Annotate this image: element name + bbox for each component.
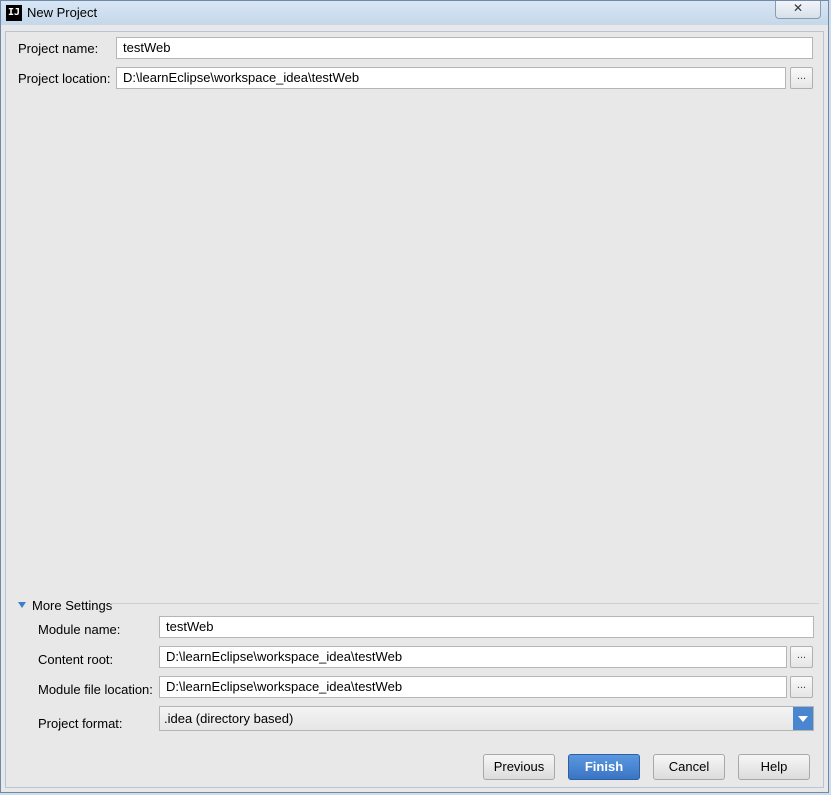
module-file-location-field[interactable]: D:\learnEclipse\workspace_idea\testWeb bbox=[159, 676, 787, 698]
title-bar[interactable]: IJ New Project ✕ bbox=[1, 1, 828, 25]
project-format-value: .idea (directory based) bbox=[164, 711, 294, 726]
intellij-icon: IJ bbox=[6, 5, 22, 21]
project-name-label: Project name: bbox=[18, 41, 99, 56]
window-title: New Project bbox=[27, 5, 98, 20]
more-settings-toggle[interactable]: More Settings bbox=[18, 598, 112, 613]
project-location-field[interactable]: D:\learnEclipse\workspace_idea\testWeb bbox=[116, 67, 786, 89]
cancel-button[interactable]: Cancel bbox=[653, 754, 725, 780]
content-root-label: Content root: bbox=[38, 652, 114, 667]
close-button[interactable]: ✕ bbox=[775, 1, 821, 19]
expand-triangle-icon bbox=[18, 601, 26, 608]
project-name-field[interactable]: testWeb bbox=[116, 37, 813, 59]
module-name-field[interactable]: testWeb bbox=[159, 616, 814, 638]
module-file-location-browse-button[interactable]: ... bbox=[790, 676, 813, 698]
project-location-label: Project location: bbox=[18, 71, 111, 86]
project-location-browse-button[interactable]: ... bbox=[790, 67, 813, 89]
dialog-content: Project name: testWeb Project location: … bbox=[5, 31, 824, 788]
project-format-dropdown[interactable]: .idea (directory based) bbox=[159, 706, 814, 731]
content-root-browse-button[interactable]: ... bbox=[790, 646, 813, 668]
project-format-label: Project format: bbox=[38, 716, 123, 731]
module-name-label: Module name: bbox=[38, 622, 121, 637]
dropdown-arrow-icon[interactable] bbox=[793, 707, 813, 730]
module-file-location-label: Module file location: bbox=[38, 682, 153, 697]
section-divider bbox=[110, 603, 819, 604]
finish-button[interactable]: Finish bbox=[568, 754, 640, 780]
more-settings-label: More Settings bbox=[32, 598, 113, 613]
previous-button[interactable]: Previous bbox=[483, 754, 555, 780]
content-root-field[interactable]: D:\learnEclipse\workspace_idea\testWeb bbox=[159, 646, 787, 668]
new-project-dialog: IJ New Project ✕ Project name: testWeb P… bbox=[0, 0, 829, 793]
help-button[interactable]: Help bbox=[738, 754, 810, 780]
